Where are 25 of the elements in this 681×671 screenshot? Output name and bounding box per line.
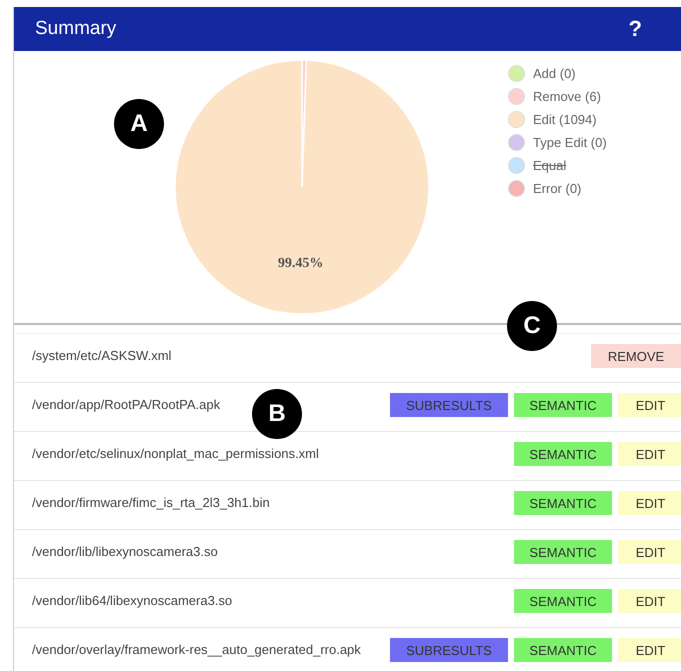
file-path: /vendor/overlay/framework-res__auto_generated_rro.apk (32, 642, 361, 657)
panel-title: Summary (35, 18, 116, 40)
semantic-tag: SEMANTIC (514, 491, 612, 515)
slice-label: 99.45% (278, 256, 324, 271)
remove-tag: REMOVE (591, 344, 681, 368)
file-path: /vendor/firmware/fimc_is_rta_2l3_3h1.bin (32, 495, 270, 510)
semantic-tag: SEMANTIC (514, 589, 612, 613)
edit-tag: EDIT (618, 491, 681, 515)
semantic-tag: SEMANTIC (514, 638, 612, 662)
edit-tag: EDIT (618, 393, 681, 417)
semantic-tag: SEMANTIC (514, 540, 612, 564)
file-path: /vendor/lib/libexynoscamera3.so (32, 544, 218, 559)
edit-tag: EDIT (618, 540, 681, 564)
semantic-tag: SEMANTIC (514, 393, 612, 417)
edit-tag: EDIT (618, 638, 681, 662)
callout-marker: A (114, 99, 164, 149)
file-path: /vendor/lib64/libexynoscamera3.so (32, 593, 232, 608)
file-path: /system/etc/ASKSW.xml (32, 348, 172, 363)
edit-tag: EDIT (618, 589, 681, 613)
file-path: /vendor/app/RootPA/RootPA.apk (32, 397, 220, 412)
semantic-tag: SEMANTIC (514, 442, 612, 466)
edit-tag: EDIT (618, 442, 681, 466)
callout-marker: B (252, 389, 302, 439)
file-path: /vendor/etc/selinux/nonplat_mac_permissions.xml (32, 446, 319, 461)
callout-marker: C (507, 301, 557, 351)
